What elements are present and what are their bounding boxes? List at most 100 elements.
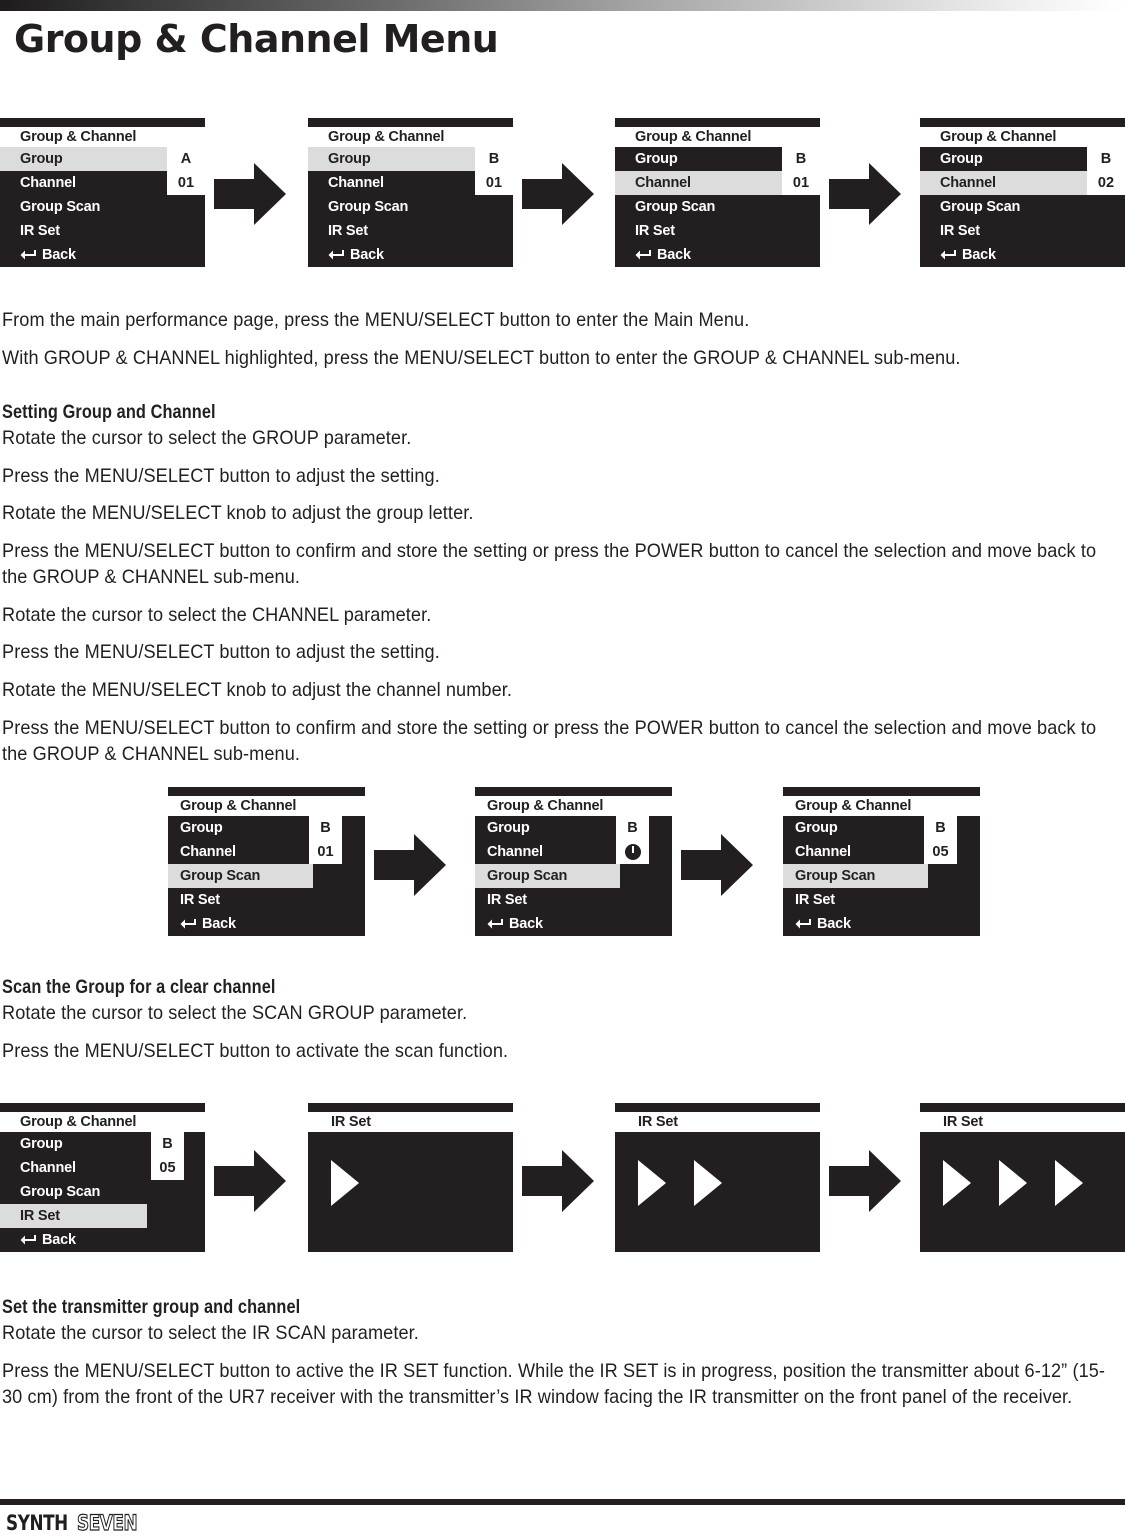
value-channel[interactable]: 05 bbox=[924, 840, 957, 864]
value-group[interactable]: B bbox=[782, 147, 820, 171]
menu-item-back[interactable]: Back bbox=[0, 243, 205, 267]
menu-item-channel[interactable]: Channel bbox=[475, 840, 672, 864]
menu-label-channel: Channel bbox=[615, 171, 782, 195]
menu-label-group-scan: Group Scan bbox=[783, 864, 928, 888]
menu-item-back[interactable]: Back bbox=[0, 1228, 205, 1252]
menu-label-group-scan: Group Scan bbox=[168, 864, 313, 888]
paragraph-11: Rotate the cursor to select the SCAN GRO… bbox=[2, 1002, 468, 1024]
menu-item-group[interactable]: Group B bbox=[783, 816, 980, 840]
menu-label-channel: Channel bbox=[20, 175, 76, 191]
menu-item-group[interactable]: Group B bbox=[920, 147, 1125, 171]
value-channel-scanning[interactable] bbox=[616, 840, 649, 864]
menu-item-back[interactable]: Back bbox=[308, 243, 513, 267]
menu-item-ir-set[interactable]: IR Set bbox=[308, 219, 513, 243]
back-arrow-icon bbox=[180, 918, 197, 930]
paragraph-13: Rotate the cursor to select the IR SCAN … bbox=[2, 1322, 419, 1344]
value-channel[interactable]: 01 bbox=[475, 171, 513, 195]
paragraph-9: Rotate the MENU/SELECT knob to adjust th… bbox=[2, 679, 513, 701]
menu-item-group[interactable]: Group A bbox=[0, 147, 205, 171]
menu-label-group: Group bbox=[308, 147, 475, 171]
menu-label-ir-set: IR Set bbox=[635, 223, 675, 239]
menu-item-channel[interactable]: Channel 05 bbox=[0, 1156, 205, 1180]
value-group[interactable]: B bbox=[924, 816, 957, 840]
value-channel[interactable]: 05 bbox=[151, 1156, 184, 1180]
value-channel[interactable]: 02 bbox=[1087, 171, 1125, 195]
menu-item-group-scan[interactable]: Group Scan bbox=[0, 195, 205, 219]
menu-label-group-scan: Group Scan bbox=[635, 199, 716, 215]
menu-item-group-scan[interactable]: Group Scan bbox=[308, 195, 513, 219]
menu-item-ir-set[interactable]: IR Set bbox=[0, 219, 205, 243]
screen-top-strip bbox=[308, 118, 513, 127]
flow-arrow-r2-2 bbox=[681, 834, 753, 896]
menu-item-channel[interactable]: Channel 01 bbox=[308, 171, 513, 195]
menu-item-back[interactable]: Back bbox=[475, 912, 672, 936]
menu-item-back[interactable]: Back bbox=[920, 243, 1125, 267]
heading-set-transmitter: Set the transmitter group and channel bbox=[2, 1297, 301, 1318]
menu-item-channel[interactable]: Channel 01 bbox=[615, 171, 820, 195]
ir-progress-indicator bbox=[638, 1160, 750, 1206]
menu-item-channel[interactable]: Channel 02 bbox=[920, 171, 1125, 195]
value-channel[interactable]: 01 bbox=[309, 840, 342, 864]
ir-progress-indicator bbox=[331, 1160, 387, 1206]
menu-item-ir-set[interactable]: IR Set bbox=[475, 888, 672, 912]
lcd-screen-r3c2: IR Set bbox=[308, 1103, 513, 1252]
screen-body: Group B Channel 01 Group Scan IR Set Bac… bbox=[168, 816, 365, 936]
menu-label-channel: Channel bbox=[795, 844, 851, 860]
value-channel[interactable]: 01 bbox=[167, 171, 205, 195]
back-arrow-icon bbox=[328, 249, 345, 261]
paragraph-5: Rotate the MENU/SELECT knob to adjust th… bbox=[2, 502, 474, 524]
menu-item-group[interactable]: Group B bbox=[0, 1132, 205, 1156]
menu-label-back: Back bbox=[657, 247, 691, 263]
page-title: Group & Channel Menu bbox=[14, 17, 499, 61]
menu-item-group-scan[interactable]: Group Scan bbox=[920, 195, 1125, 219]
menu-label-back: Back bbox=[817, 916, 851, 932]
value-group[interactable]: B bbox=[1087, 147, 1125, 171]
menu-label-channel: Channel bbox=[20, 1160, 76, 1176]
menu-item-ir-set[interactable]: IR Set bbox=[783, 888, 980, 912]
menu-label-group: Group bbox=[0, 147, 167, 171]
back-arrow-icon bbox=[20, 249, 37, 261]
logo-text-secondary: SEVEN bbox=[77, 1510, 138, 1535]
screen-top-strip bbox=[475, 787, 672, 796]
menu-label-group-scan: Group Scan bbox=[940, 199, 1021, 215]
menu-label-group: Group bbox=[635, 151, 678, 167]
menu-item-ir-set[interactable]: IR Set bbox=[920, 219, 1125, 243]
ir-progress-triangle bbox=[638, 1160, 666, 1206]
value-group[interactable]: B bbox=[151, 1132, 184, 1156]
screen-body: Group B Channel 01 Group Scan IR Set Bac… bbox=[308, 147, 513, 267]
menu-item-group[interactable]: Group B bbox=[168, 816, 365, 840]
menu-item-channel[interactable]: Channel 01 bbox=[168, 840, 365, 864]
lcd-screen-r1c3: Group & Channel Group B Channel 01 Group… bbox=[615, 118, 820, 267]
back-arrow-icon bbox=[635, 249, 652, 261]
value-group[interactable]: B bbox=[475, 147, 513, 171]
menu-item-group-scan[interactable]: Group Scan bbox=[168, 864, 365, 888]
lcd-screen-r1c4: Group & Channel Group B Channel 02 Group… bbox=[920, 118, 1125, 267]
menu-item-group-scan[interactable]: Group Scan bbox=[475, 864, 672, 888]
lcd-screen-r2c2: Group & Channel Group B Channel Group Sc… bbox=[475, 787, 672, 936]
menu-item-ir-set[interactable]: IR Set bbox=[168, 888, 365, 912]
menu-item-ir-set[interactable]: IR Set bbox=[0, 1204, 205, 1228]
value-group[interactable]: B bbox=[309, 816, 342, 840]
value-group[interactable]: A bbox=[167, 147, 205, 171]
flow-arrow-r3-1 bbox=[214, 1150, 286, 1212]
menu-item-group[interactable]: Group B bbox=[308, 147, 513, 171]
menu-item-channel[interactable]: Channel 05 bbox=[783, 840, 980, 864]
screen-top-strip bbox=[308, 1103, 513, 1112]
flow-arrow-r1-2 bbox=[522, 163, 594, 225]
screen-top-strip bbox=[0, 118, 205, 127]
menu-item-group-scan[interactable]: Group Scan bbox=[0, 1180, 205, 1204]
menu-item-back[interactable]: Back bbox=[783, 912, 980, 936]
menu-item-group[interactable]: Group B bbox=[475, 816, 672, 840]
menu-item-group[interactable]: Group B bbox=[615, 147, 820, 171]
menu-item-ir-set[interactable]: IR Set bbox=[615, 219, 820, 243]
footer-divider bbox=[0, 1499, 1125, 1505]
value-channel[interactable]: 01 bbox=[782, 171, 820, 195]
value-group[interactable]: B bbox=[616, 816, 649, 840]
screen-title: IR Set bbox=[615, 1112, 820, 1132]
menu-item-group-scan[interactable]: Group Scan bbox=[615, 195, 820, 219]
menu-item-back[interactable]: Back bbox=[615, 243, 820, 267]
menu-label-channel: Channel bbox=[920, 171, 1087, 195]
menu-item-back[interactable]: Back bbox=[168, 912, 365, 936]
menu-item-channel[interactable]: Channel 01 bbox=[0, 171, 205, 195]
menu-item-group-scan[interactable]: Group Scan bbox=[783, 864, 980, 888]
